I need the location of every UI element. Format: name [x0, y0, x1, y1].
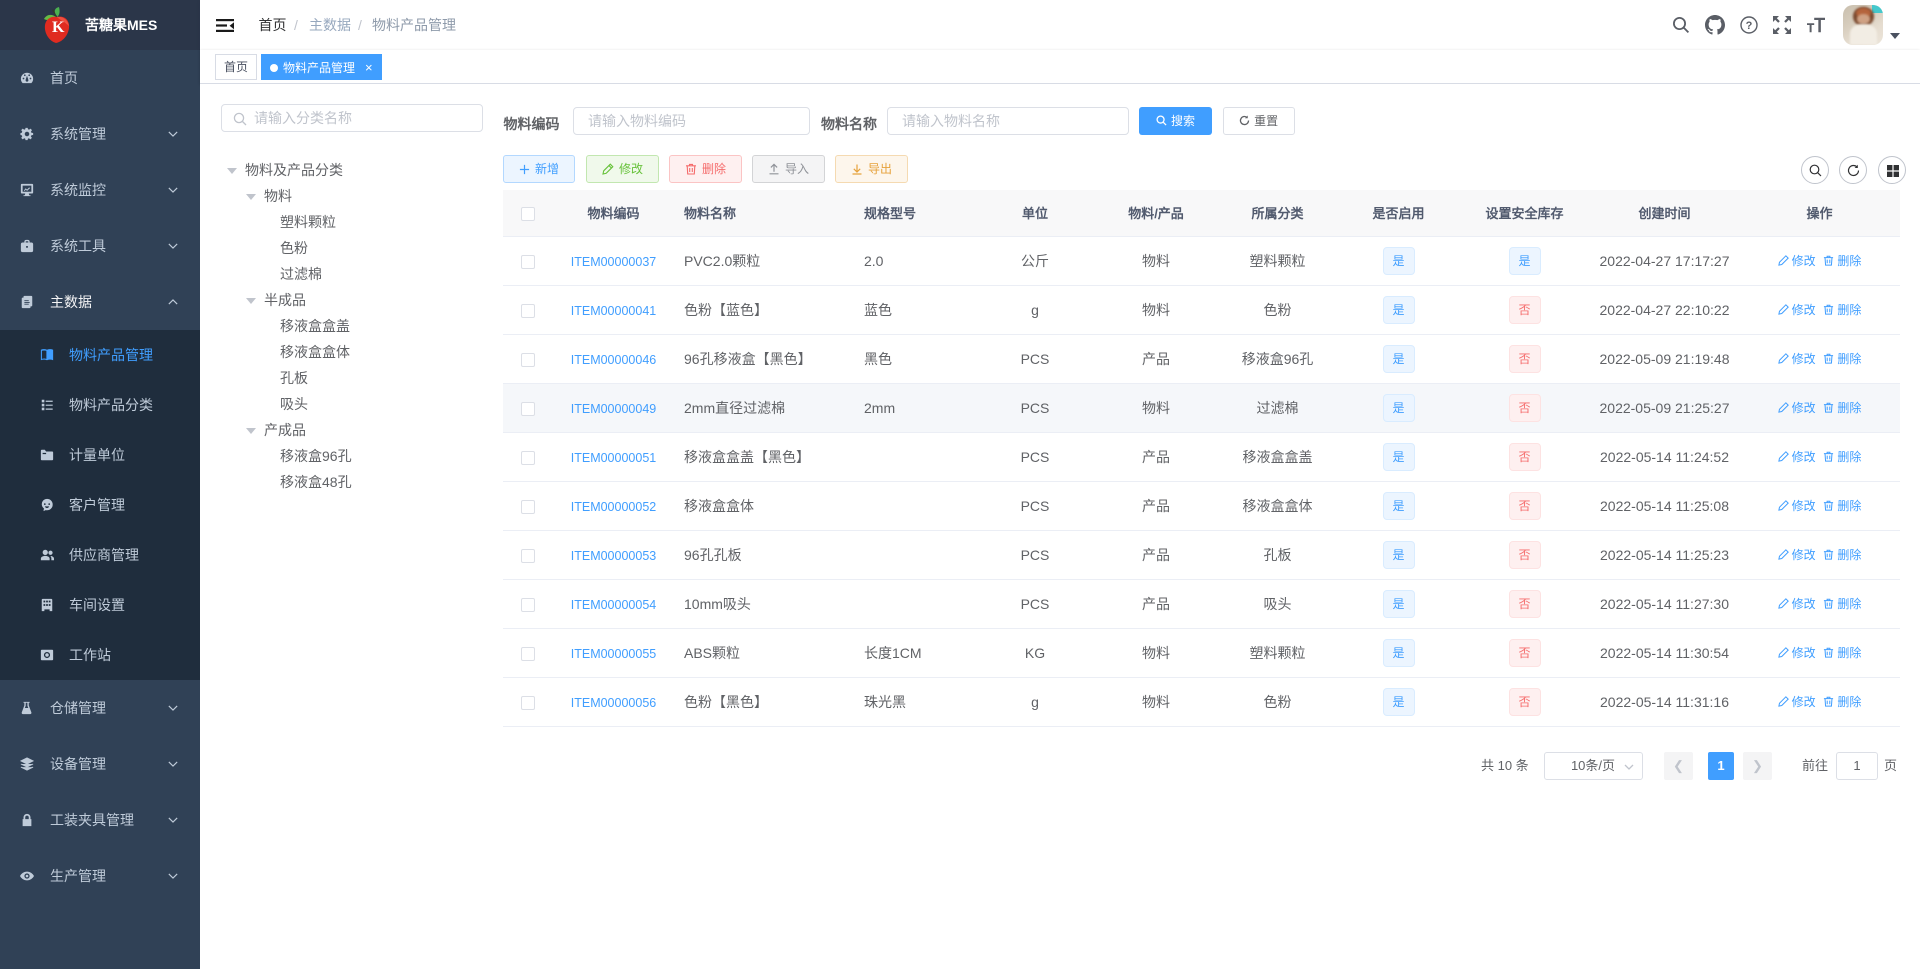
svg-text:?: ?: [1746, 20, 1753, 32]
svg-text:K: K: [52, 19, 65, 36]
